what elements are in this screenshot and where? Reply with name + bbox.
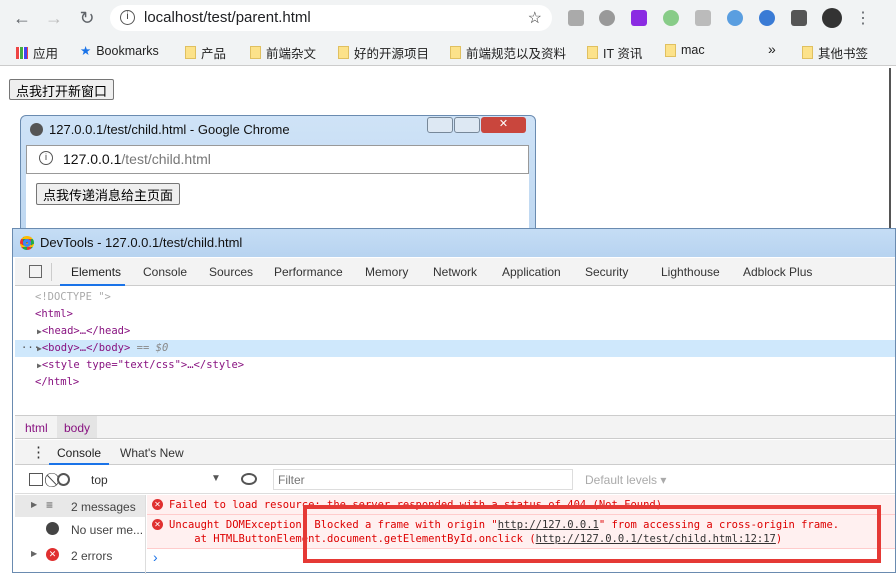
bookmarks-bar: 应用 ★ Bookmarks 产品 前端杂文 好的开源项目 前端规范以及资料 IT… <box>0 36 896 66</box>
bookmark-folder[interactable]: 产品 <box>185 43 226 62</box>
eye-icon[interactable] <box>241 473 257 485</box>
blue-extension-icon[interactable] <box>727 10 743 26</box>
sidebar-item-messages[interactable]: ▶ ≡ 2 messages <box>15 495 145 517</box>
window-title: 127.0.0.1/test/child.html - Google Chrom… <box>49 122 290 137</box>
dom-node[interactable]: ▶<style type="text/css">…</style> <box>37 359 244 371</box>
tab-sources[interactable]: Sources <box>209 265 253 279</box>
green-extension-icon[interactable] <box>663 10 679 26</box>
address-bar[interactable]: i localhost/test/parent.html ☆ <box>110 5 552 31</box>
drawer-tab-whats-new[interactable]: What's New <box>120 446 184 460</box>
tab-application[interactable]: Application <box>502 265 561 279</box>
folder-icon <box>587 46 598 59</box>
tab-network[interactable]: Network <box>433 265 477 279</box>
drawer-tabbar: ⋮ Console What's New <box>15 440 895 465</box>
url-text: localhost/test/parent.html <box>144 9 311 26</box>
bookmark-apps[interactable]: 应用 <box>16 43 58 62</box>
highlight-box <box>303 505 881 563</box>
dom-node[interactable]: </html> <box>35 376 79 388</box>
error-icon: ✕ <box>46 548 59 561</box>
back-button[interactable]: ← <box>12 8 32 29</box>
selected-row[interactable]: ··· ▶<body>…</body> == $0 <box>15 340 895 357</box>
menu-icon[interactable]: ⋮ <box>853 8 873 28</box>
filter-input[interactable] <box>273 469 573 490</box>
bookmark-folder[interactable]: 好的开源项目 <box>338 43 429 62</box>
sidebar-item-errors[interactable]: ▶ ✕ 2 errors <box>15 543 145 567</box>
other-bookmarks[interactable]: 其他书签 <box>802 43 868 62</box>
folder-icon <box>450 46 461 59</box>
elements-tree: <!DOCTYPE "> <html> ▶<head>…</head> ··· … <box>15 287 895 415</box>
breadcrumb-body[interactable]: body <box>57 416 98 438</box>
breadcrumb-html[interactable]: html <box>25 421 48 435</box>
drawer-menu-icon[interactable]: ⋮ <box>31 443 46 461</box>
drawer-tab-console[interactable]: Console <box>57 446 101 460</box>
star-icon: ★ <box>80 44 92 58</box>
maximize-button[interactable] <box>454 117 480 133</box>
mail-extension-icon[interactable] <box>568 10 584 26</box>
tab-adblock-plus[interactable]: Adblock Plus <box>743 265 812 279</box>
bookmark-bookmarks[interactable]: ★ Bookmarks <box>80 43 159 59</box>
devtools-title: DevTools - 127.0.0.1/test/child.html <box>40 235 243 250</box>
tab-console[interactable]: Console <box>143 265 187 279</box>
close-button[interactable]: ✕ <box>481 117 526 133</box>
bookmark-folder[interactable]: 前端杂文 <box>250 43 316 62</box>
folder-icon <box>338 46 349 59</box>
abp-extension-icon[interactable] <box>599 10 615 26</box>
child-window: 127.0.0.1/test/child.html - Google Chrom… <box>20 115 536 246</box>
tab-performance[interactable]: Performance <box>274 265 343 279</box>
minimize-button[interactable] <box>427 117 453 133</box>
tab-memory[interactable]: Memory <box>365 265 408 279</box>
v-extension-icon[interactable] <box>695 10 711 26</box>
chrome-icon <box>20 236 34 250</box>
folder-icon <box>665 43 676 57</box>
star-icon[interactable]: ☆ <box>528 8 542 28</box>
console-sidebar: ▶ ≡ 2 messages No user me... ▶ ✕ 2 error… <box>15 495 146 574</box>
dom-node[interactable]: <!DOCTYPE "> <box>35 291 111 303</box>
globe-icon <box>30 123 43 136</box>
bookmark-folder[interactable]: IT 资讯 <box>587 43 642 62</box>
error-icon: ✕ <box>152 499 163 510</box>
inspect-element-icon[interactable] <box>29 265 42 278</box>
console-prompt[interactable]: › <box>153 549 158 565</box>
dom-node[interactable]: ▶<head>…</head> <box>37 325 130 337</box>
send-message-button[interactable]: 点我传递消息给主页面 <box>36 183 181 205</box>
error-icon: ✕ <box>152 519 163 530</box>
bookmark-folder[interactable]: mac <box>665 43 705 57</box>
dom-node[interactable]: <html> <box>35 308 73 320</box>
breadcrumb: html body <box>15 415 895 439</box>
info-icon: i <box>120 10 135 25</box>
info-icon: i <box>39 151 53 165</box>
more-bookmarks-button[interactable]: » <box>768 41 776 57</box>
avatar[interactable] <box>822 8 842 28</box>
forward-button[interactable]: → <box>44 8 64 29</box>
tab-lighthouse[interactable]: Lighthouse <box>661 265 720 279</box>
clear-console-icon[interactable] <box>57 473 70 486</box>
list-icon: ≡ <box>46 498 54 512</box>
sidebar-toggle-icon[interactable] <box>29 473 43 486</box>
bookmark-folder[interactable]: 前端规范以及资料 <box>450 43 566 62</box>
context-selector[interactable]: top <box>91 473 108 487</box>
rp-extension-icon[interactable] <box>631 10 647 26</box>
active-tab-underline <box>60 284 125 286</box>
child-address-bar[interactable]: i 127.0.0.1/test/child.html <box>26 145 529 174</box>
sidebar-item-user-messages[interactable]: No user me... <box>15 517 145 541</box>
log-levels-dropdown[interactable]: Default levels ▾ <box>585 473 666 487</box>
apps-grid-icon <box>16 46 28 59</box>
window-edge <box>889 68 891 230</box>
folder-icon <box>802 46 813 59</box>
folder-icon <box>250 46 261 59</box>
reload-button[interactable]: ↻ <box>77 8 97 29</box>
chevron-down-icon[interactable]: ▼ <box>211 473 221 484</box>
console-toolbar: ⃠ top ▼ Default levels ▾ <box>15 466 895 494</box>
globe-extension-icon[interactable] <box>759 10 775 26</box>
tab-security[interactable]: Security <box>585 265 628 279</box>
open-window-button[interactable]: 点我打开新窗口 <box>9 79 115 100</box>
puzzle-icon[interactable] <box>791 10 807 26</box>
browser-toolbar: ← → ↻ i localhost/test/parent.html ☆ ⋮ <box>0 0 896 36</box>
folder-icon <box>185 46 196 59</box>
user-icon <box>46 522 59 535</box>
tab-elements[interactable]: Elements <box>71 265 121 279</box>
